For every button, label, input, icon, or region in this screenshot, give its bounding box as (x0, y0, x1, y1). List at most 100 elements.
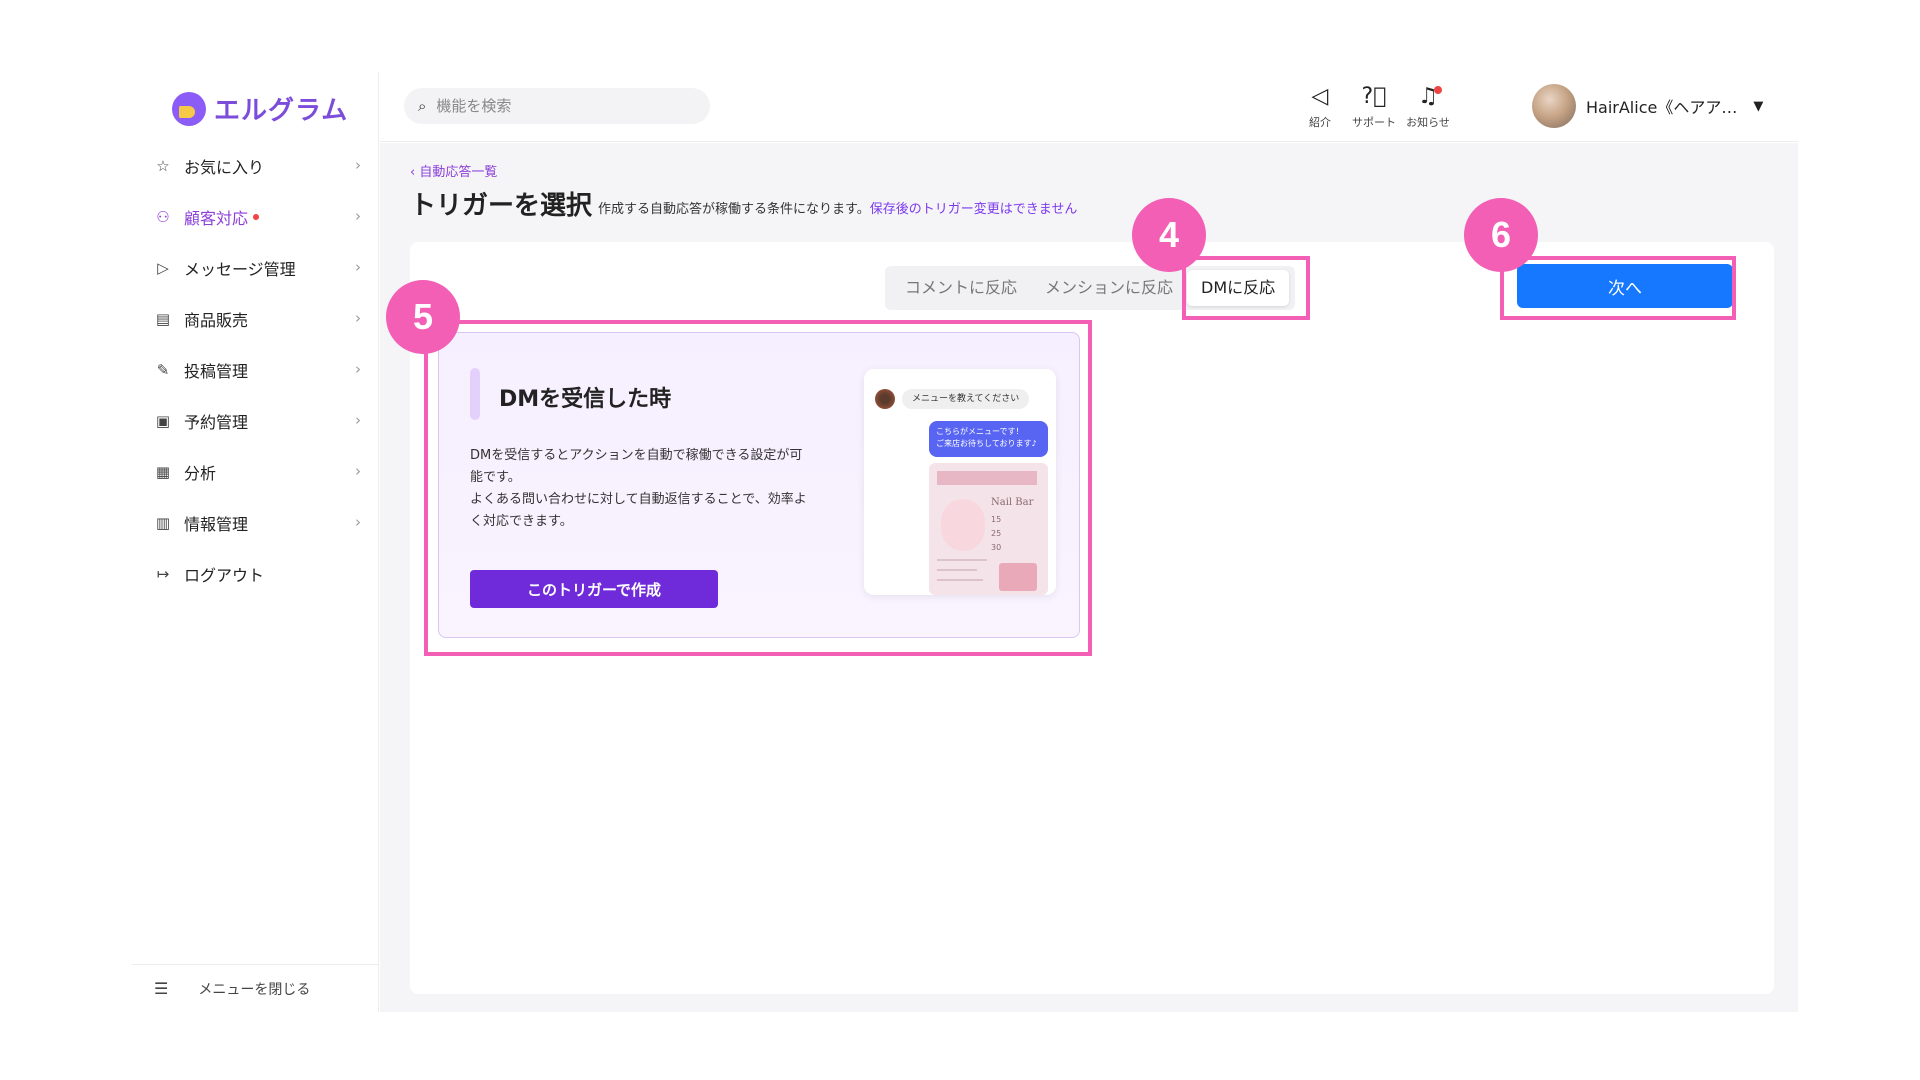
annotation-badge: 4 (1132, 198, 1206, 272)
menu-price: 15 (991, 515, 1002, 524)
menu-line (937, 579, 983, 581)
card-title: DMを受信した時 (499, 387, 672, 412)
sidebar-item-label: 商品販売 (184, 310, 249, 330)
sidebar-item-reservation-management[interactable]: ▣ 予約管理 › (132, 395, 379, 446)
logo-mark-icon (172, 91, 206, 126)
sidebar-item-message-management[interactable]: ▷ メッセージ管理 › (132, 242, 379, 293)
page-title: トリガーを選択 (410, 191, 593, 221)
sidebar: エルグラム ☆ お気に入り › ⚇ 顧客対応 › ▷ メッセージ管理 › ▤ 商… (132, 72, 379, 1012)
user-name: HairAlice《ヘアア… (1586, 98, 1738, 117)
sidebar-item-logout[interactable]: ↦ ログアウト (132, 548, 379, 599)
sidebar-item-analytics[interactable]: ▦ 分析 › (132, 446, 379, 497)
card-description: DMを受信するとアクションを自動で稼働できる設定が可 能です。 よくある問い合わ… (470, 448, 807, 529)
logout-icon: ↦ (156, 564, 170, 583)
sidebar-item-product-sales[interactable]: ▤ 商品販売 › (132, 293, 379, 344)
megaphone-icon: ◁ (1311, 84, 1329, 109)
sidebar-item-label: お気に入り (184, 157, 265, 177)
caret-down-icon: ▼ (1753, 98, 1764, 114)
trigger-panel: コメントに反応 メンションに反応 DMに反応 次へ DMを受信した時 DMを受信… (410, 242, 1774, 994)
chevron-left-icon: ‹ (410, 165, 420, 180)
sidebar-item-favorites[interactable]: ☆ お気に入り › (132, 140, 379, 191)
chevron-right-icon: › (355, 360, 361, 378)
chevron-right-icon: › (355, 207, 361, 225)
send-icon: ▷ (157, 258, 169, 277)
user-icon: ⚇ (156, 207, 170, 226)
store-icon: ▤ (155, 309, 171, 328)
menu-line (937, 559, 987, 561)
preview-avatar (875, 389, 895, 409)
intro-button[interactable]: ◁ 紹介 (1290, 84, 1350, 130)
sidebar-item-label: 顧客対応 (184, 208, 249, 228)
sidebar-item-label: 予約管理 (184, 412, 249, 432)
logo[interactable]: エルグラム (172, 90, 348, 127)
bell-icon: ♫ (1418, 84, 1438, 109)
close-menu-label: メニューを閉じる (198, 981, 311, 998)
menu-photo (999, 563, 1037, 591)
search-icon: ⌕ (418, 97, 427, 115)
menu-header-band (937, 471, 1037, 485)
close-menu-button[interactable]: ☰ メニューを閉じる (132, 964, 379, 1012)
chevron-right-icon: › (355, 258, 361, 276)
user-menu[interactable]: HairAlice《ヘアア… ▼ (1532, 84, 1763, 128)
menu-price: 25 (991, 529, 1002, 538)
sidebar-nav: ☆ お気に入り › ⚇ 顧客対応 › ▷ メッセージ管理 › ▤ 商品販売 › (132, 140, 379, 599)
chevron-right-icon: › (355, 411, 361, 429)
chevron-right-icon: › (355, 462, 361, 480)
trigger-tabs: コメントに反応 メンションに反応 DMに反応 (885, 266, 1296, 310)
chevron-right-icon: › (355, 156, 361, 174)
chevron-right-icon: › (355, 513, 361, 531)
reply-message-bubble: こちらがメニューです！ ご来店お待ちしております♪ (929, 421, 1048, 457)
description-text: 作成する自動応答が稼働する条件になります。 (598, 202, 870, 217)
top-header: ⌕ ◁ 紹介 ?⃝ サポート ♫ お知らせ HairAlice《ヘアア… ▼ (380, 72, 1798, 142)
back-link[interactable]: ‹ 自動応答一覧 (410, 161, 497, 180)
app-window: エルグラム ☆ お気に入り › ⚇ 顧客対応 › ▷ メッセージ管理 › ▤ 商… (132, 72, 1798, 1012)
menu-line (937, 569, 977, 571)
help-icon: ?⃝ (1361, 84, 1387, 109)
menu-image: Nail Bar 15 25 30 (929, 463, 1048, 595)
back-link-label: 自動応答一覧 (419, 165, 498, 180)
edit-icon: ✎ (156, 360, 170, 379)
warning-text: 保存後のトリガー変更はできません (869, 202, 1078, 217)
sidebar-item-post-management[interactable]: ✎ 投稿管理 › (132, 344, 379, 395)
sidebar-item-label: メッセージ管理 (184, 259, 296, 279)
card-accent-bar (470, 368, 480, 420)
hand-illustration (941, 499, 985, 551)
calendar-icon: ▣ (155, 411, 171, 430)
create-with-trigger-button[interactable]: このトリガーで作成 (470, 570, 718, 608)
notifications-label: お知らせ (1406, 116, 1450, 129)
tab-comment[interactable]: コメントに反応 (891, 270, 1031, 306)
support-button[interactable]: ?⃝ サポート (1344, 84, 1404, 130)
sidebar-item-customer-support[interactable]: ⚇ 顧客対応 › (132, 191, 379, 242)
incoming-message-bubble: メニューを教えてください (902, 389, 1030, 409)
intro-label: 紹介 (1309, 116, 1331, 129)
support-label: サポート (1352, 116, 1396, 129)
logo-text: エルグラム (214, 96, 349, 126)
menu-price: 30 (991, 543, 1002, 552)
sidebar-item-label: ログアウト (184, 565, 265, 585)
notification-dot (1434, 86, 1442, 94)
trigger-card-dm: DMを受信した時 DMを受信するとアクションを自動で稼働できる設定が可 能です。… (438, 332, 1080, 638)
notification-dot (253, 213, 260, 220)
main-content: ‹ 自動応答一覧 トリガーを選択 作成する自動応答が稼働する条件になります。保存… (380, 143, 1798, 1012)
next-button[interactable]: 次へ (1517, 264, 1733, 308)
sidebar-item-label: 分析 (184, 463, 217, 483)
sidebar-item-label: 投稿管理 (184, 361, 249, 381)
annotation-badge: 6 (1464, 198, 1538, 272)
menu-image-title: Nail Bar (991, 497, 1034, 508)
search-bar[interactable]: ⌕ (404, 88, 710, 124)
annotation-badge: 5 (386, 280, 460, 354)
report-icon: ▦ (155, 462, 171, 481)
chevron-right-icon: › (355, 309, 361, 327)
search-input[interactable] (436, 97, 677, 115)
notifications-button[interactable]: ♫ お知らせ (1398, 84, 1458, 130)
tab-dm[interactable]: DMに反応 (1187, 270, 1290, 306)
sidebar-item-info-management[interactable]: ▥ 情報管理 › (132, 497, 379, 548)
avatar (1532, 84, 1576, 128)
star-icon: ☆ (156, 156, 170, 175)
sidebar-item-label: 情報管理 (184, 514, 249, 534)
tab-mention[interactable]: メンションに反応 (1031, 270, 1187, 306)
dm-preview-image: メニューを教えてください こちらがメニューです！ ご来店お待ちしております♪ N… (864, 369, 1056, 595)
page-description: 作成する自動応答が稼働する条件になります。保存後のトリガー変更はできません (598, 198, 1077, 217)
menu-collapse-icon: ☰ (154, 979, 169, 998)
bar-chart-icon: ▥ (155, 513, 171, 532)
